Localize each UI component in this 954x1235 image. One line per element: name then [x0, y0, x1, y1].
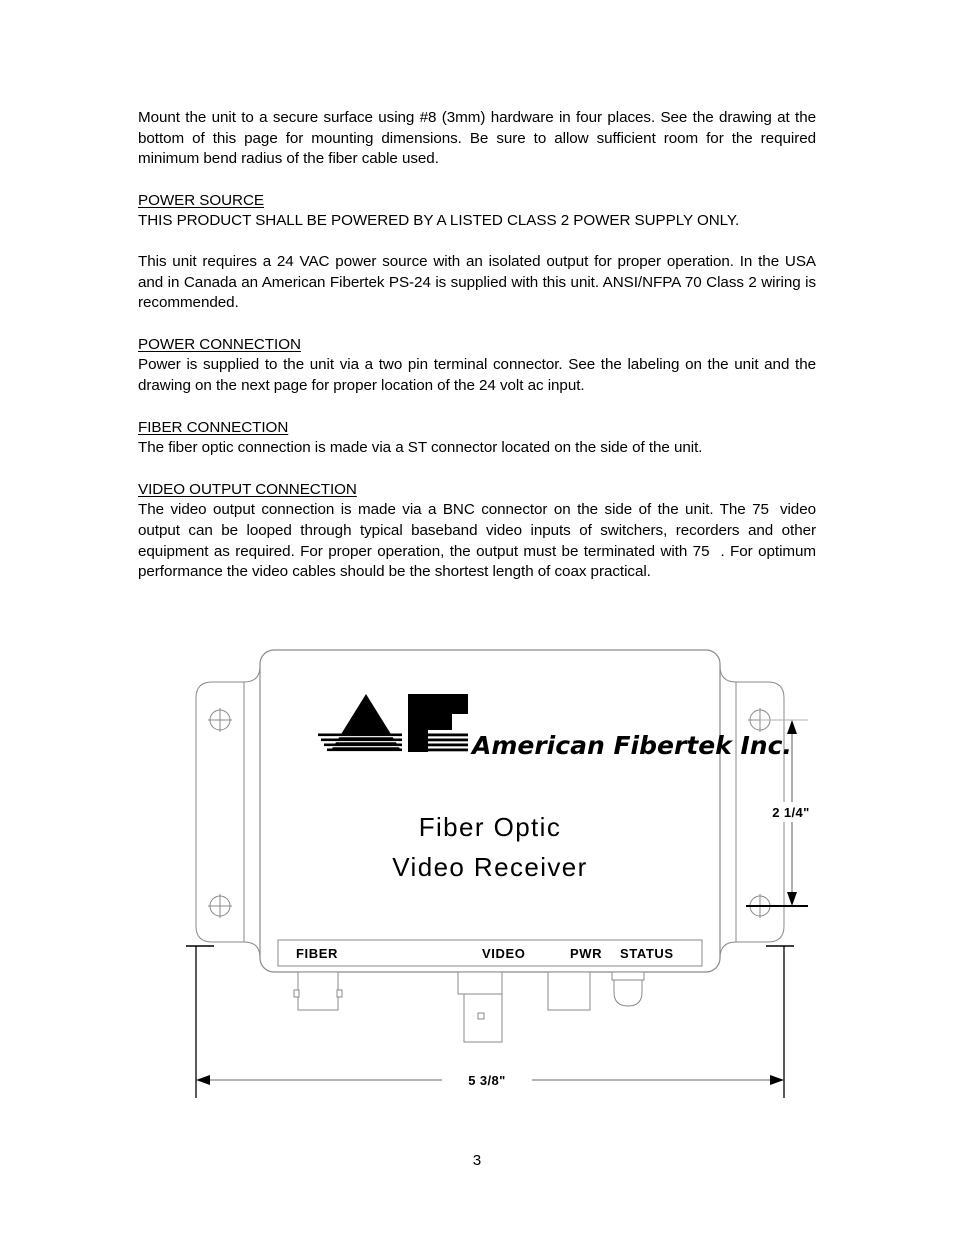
- logo-wordmark: American Fibertek Inc.: [470, 731, 792, 760]
- paragraph-power-source-1: THIS PRODUCT SHALL BE POWERED BY A LISTE…: [138, 212, 740, 230]
- video-text-part-1: The video output connection is made via …: [138, 501, 769, 519]
- product-name-line-1: Fiber Optic: [419, 812, 562, 842]
- heading-power-connection: POWER CONNECTION: [138, 335, 301, 353]
- paragraph-power-source-2: This unit requires a 24 VAC power source…: [138, 252, 816, 312]
- dimension-label-width: 5 3/8": [468, 1073, 505, 1088]
- enclosure-body: [259, 649, 721, 973]
- panel-label-pwr: PWR: [570, 946, 602, 961]
- dimension-label-height: 2 1/4": [772, 805, 809, 820]
- heading-fiber-connection: FIBER CONNECTION: [138, 418, 289, 436]
- bnc-center-pin: [477, 1012, 485, 1020]
- bnc-connector-base: [457, 971, 503, 995]
- paragraph-fiber-connection: The fiber optic connection is made via a…: [138, 439, 703, 457]
- bottom-connectors: [293, 971, 645, 1043]
- arrow-down: [787, 892, 797, 906]
- arrow-right: [770, 1075, 784, 1085]
- status-led-collar: [611, 971, 645, 981]
- arrow-left: [196, 1075, 210, 1085]
- panel-label-video: VIDEO: [482, 946, 525, 961]
- heading-video-output-connection: VIDEO OUTPUT CONNECTION: [138, 480, 357, 498]
- arrow-up: [787, 720, 797, 734]
- page-number: 3: [472, 1152, 482, 1169]
- paragraph-power-connection: Power is supplied to the unit via a two …: [138, 356, 816, 394]
- product-name-line-2: Video Receiver: [392, 852, 587, 882]
- st-fiber-tab-left: [293, 989, 300, 998]
- pwr-terminal-block: [547, 971, 591, 1011]
- drawing-canvas: American Fibertek Inc. Fiber Optic Video…: [186, 649, 810, 1098]
- st-fiber-connector: [297, 971, 339, 1011]
- mechanical-drawing: American Fibertek Inc. Fiber Optic Video…: [170, 636, 810, 1116]
- logo-f-mid-bar: [408, 714, 452, 730]
- page-body-content: Mount the unit to a secure surface using…: [138, 108, 816, 583]
- intro-paragraph: Mount the unit to a secure surface using…: [138, 109, 816, 168]
- panel-label-status: STATUS: [620, 946, 674, 961]
- paragraph-video-output-connection: The video output connection is made via …: [138, 500, 816, 582]
- manual-page: Mount the unit to a secure surface using…: [0, 0, 954, 1235]
- heading-power-source: POWER SOURCE: [138, 191, 264, 209]
- st-fiber-tab-right: [336, 989, 343, 998]
- panel-label-fiber: FIBER: [296, 946, 338, 961]
